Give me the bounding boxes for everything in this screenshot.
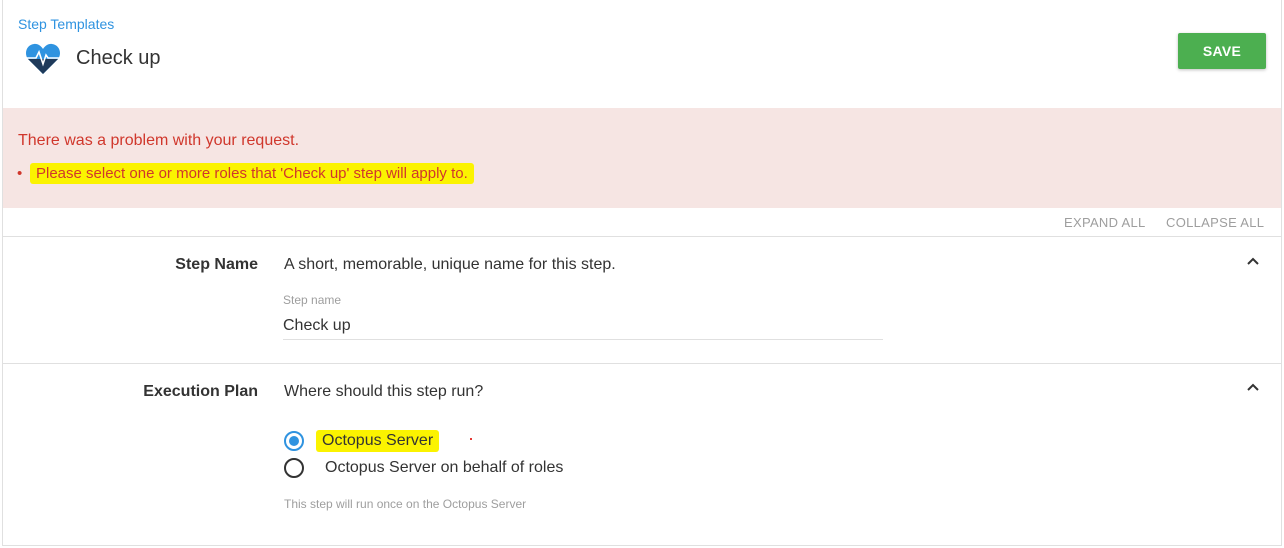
bullet-icon: •	[17, 165, 23, 182]
radio-unselected-icon[interactable]	[284, 458, 304, 478]
chevron-up-icon[interactable]	[1244, 253, 1262, 271]
chevron-up-icon[interactable]	[1244, 379, 1262, 397]
divider	[3, 236, 1281, 237]
heart-pulse-icon	[26, 43, 60, 74]
error-title: There was a problem with your request.	[18, 132, 300, 149]
step-name-input[interactable]	[283, 312, 883, 340]
annotation-dot	[470, 438, 472, 440]
save-button[interactable]: SAVE	[1178, 33, 1266, 69]
radio-label: Octopus Server	[316, 430, 440, 452]
collapse-all-button[interactable]: COLLAPSE ALL	[1166, 215, 1264, 230]
error-panel: There was a problem with your request. •…	[3, 108, 1281, 208]
divider	[3, 363, 1281, 364]
page-title: Check up	[76, 47, 161, 69]
expand-all-button[interactable]: EXPAND ALL	[1064, 215, 1146, 230]
execution-plan-label: Execution Plan	[143, 383, 258, 400]
radio-label: Octopus Server on behalf of roles	[325, 459, 564, 476]
execution-plan-hint: This step will run once on the Octopus S…	[284, 497, 527, 511]
error-list-item: • Please select one or more roles that 'C…	[17, 163, 474, 184]
step-name-field-label: Step name	[283, 293, 342, 307]
execution-plan-description: Where should this step run?	[284, 383, 484, 400]
radio-selected-icon[interactable]	[284, 431, 304, 451]
step-name-label: Step Name	[175, 256, 258, 273]
radio-option-behalf-of-roles[interactable]: Octopus Server on behalf of roles	[284, 458, 563, 478]
step-name-description: A short, memorable, unique name for this…	[284, 256, 616, 273]
error-message: Please select one or more roles that 'Ch…	[30, 163, 474, 184]
radio-option-octopus-server[interactable]: Octopus Server	[284, 430, 440, 452]
breadcrumb-step-templates[interactable]: Step Templates	[18, 16, 114, 32]
